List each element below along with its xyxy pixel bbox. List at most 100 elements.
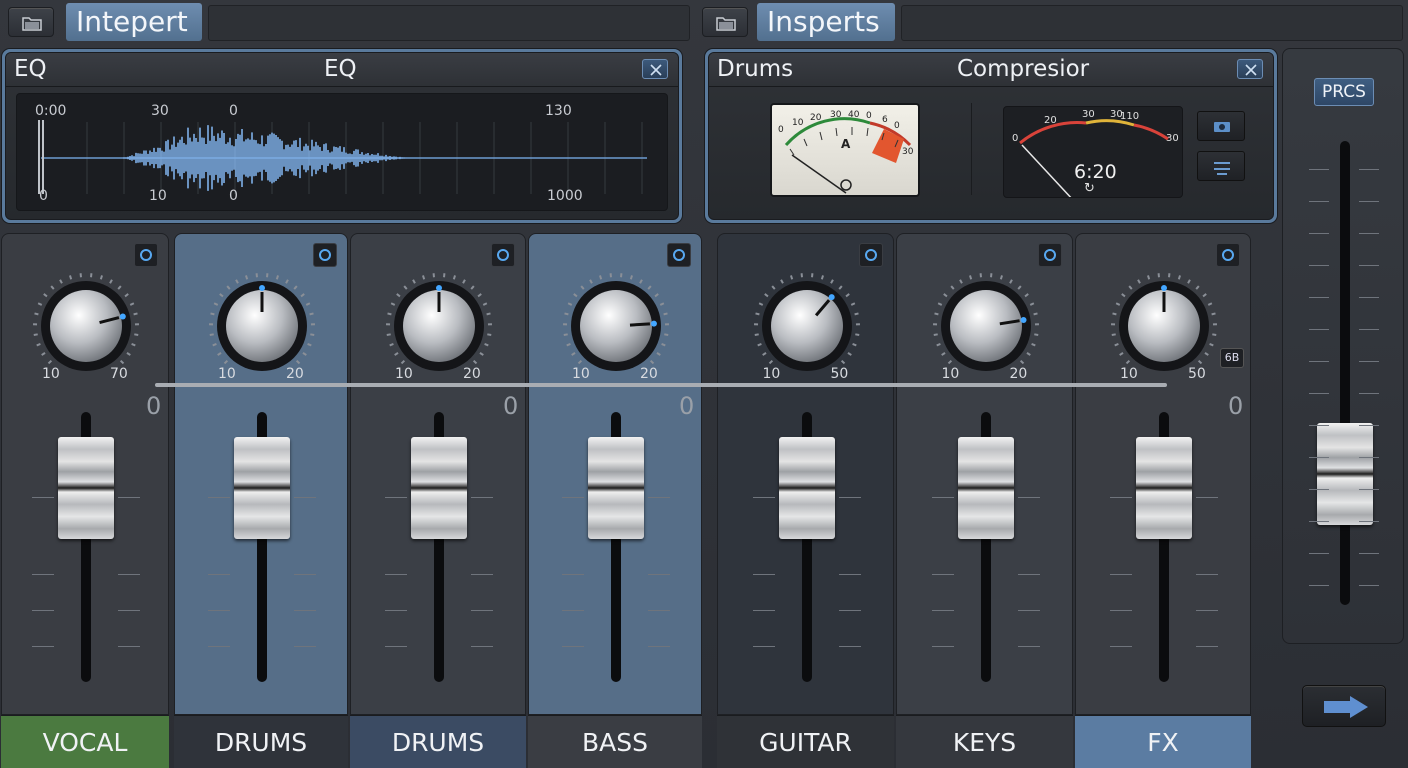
fader-cap[interactable] xyxy=(588,437,644,539)
meter-divider xyxy=(971,103,972,195)
channel-knob[interactable] xyxy=(561,271,671,381)
fader-scale-tick xyxy=(648,646,670,647)
vu-meter-analog: 0 10 20 30 40 0 6 0 30 A xyxy=(770,103,920,197)
right-title-field[interactable] xyxy=(901,5,1403,41)
fader-scale-tick xyxy=(208,574,230,575)
fader-zero-label: 0 xyxy=(1228,392,1244,420)
compressor-close-button[interactable] xyxy=(1237,59,1263,79)
camera-icon xyxy=(1214,122,1230,132)
folder-button-right[interactable] xyxy=(702,7,748,37)
fader-cap[interactable] xyxy=(1136,437,1192,539)
fader-scale-tick xyxy=(118,610,140,611)
channel-name-3[interactable]: DRUMS xyxy=(350,715,526,768)
right-section-title: Insperts xyxy=(757,3,895,41)
channel-power-button[interactable] xyxy=(859,243,883,267)
channel-knob[interactable] xyxy=(1109,271,1219,381)
eq-panel-title-left: EQ xyxy=(14,56,47,82)
eq-label-top-1: 30 xyxy=(151,103,169,119)
master-scale-tick xyxy=(1309,393,1329,394)
vu2-scale-1: 20 xyxy=(1044,115,1057,126)
knob-max-label: 20 xyxy=(640,366,658,382)
channel-power-button[interactable] xyxy=(134,243,158,267)
vu1-scale-7: 0 xyxy=(894,121,900,131)
fader-scale-tick xyxy=(294,610,316,611)
left-title-field[interactable] xyxy=(208,5,690,41)
arrow-right-icon xyxy=(1324,696,1368,718)
next-button[interactable] xyxy=(1302,685,1386,727)
channel-name-4[interactable]: BASS xyxy=(528,715,702,768)
knob-graphic xyxy=(753,273,860,371)
channel-power-button[interactable] xyxy=(1216,243,1240,267)
master-scale-tick xyxy=(1309,489,1329,490)
eq-waveform-display[interactable]: 0:00 30 0 130 0 10 0 1000 xyxy=(16,93,668,211)
channel-power-button[interactable] xyxy=(1038,243,1062,267)
camera-button[interactable] xyxy=(1197,111,1245,141)
fader-scale-tick xyxy=(32,574,54,575)
fader-cap[interactable] xyxy=(778,437,835,539)
channel-name-1[interactable]: VOCAL xyxy=(1,715,169,768)
master-scale-tick xyxy=(1309,521,1329,522)
vu-meter-digital: 0 20 30 30 110 30 6:20 ↻ xyxy=(1003,106,1183,202)
fader-scale-tick xyxy=(562,497,584,498)
list-icon xyxy=(1214,162,1230,175)
knob-graphic xyxy=(1110,273,1218,371)
fader-scale-tick xyxy=(1017,646,1040,647)
eq-panel-title: EQ xyxy=(324,56,357,82)
folder-icon xyxy=(22,17,42,31)
channel-power-button[interactable] xyxy=(313,243,337,267)
prcs-button[interactable]: PRCS xyxy=(1314,78,1374,106)
vu2-readout-symbol: ↻ xyxy=(1084,181,1095,196)
channel-knob[interactable] xyxy=(31,271,141,381)
master-scale-tick xyxy=(1359,393,1379,394)
channel-knob[interactable] xyxy=(931,271,1041,381)
fader-cap[interactable] xyxy=(957,437,1014,539)
vu2-readout: 6:20 xyxy=(1074,161,1117,183)
knob-min-label: 10 xyxy=(572,366,590,382)
fader-cap[interactable] xyxy=(411,437,467,539)
eq-close-button[interactable] xyxy=(642,59,668,79)
fader-scale-tick xyxy=(648,497,670,498)
compressor-panel-title: Compresior xyxy=(957,56,1090,82)
master-scale-tick xyxy=(1359,521,1379,522)
channel-knob[interactable] xyxy=(752,271,862,381)
channel-name-7[interactable]: FX xyxy=(1075,715,1251,768)
channel-name-2[interactable]: DRUMS xyxy=(174,715,348,768)
channel-strip-7: 10 50 6B 0 xyxy=(1075,233,1251,715)
knob-graphic xyxy=(385,273,493,371)
channel-power-button[interactable] xyxy=(667,243,691,267)
fader-scale-tick xyxy=(1110,497,1132,498)
vu1-mid-label: A xyxy=(841,137,851,151)
knob-max-label: 20 xyxy=(463,366,481,382)
fader-scale-tick xyxy=(471,574,493,575)
folder-button-left[interactable] xyxy=(8,7,54,37)
master-fader-cap[interactable] xyxy=(1317,423,1373,525)
fader-scale-tick xyxy=(385,497,407,498)
fader-cap[interactable] xyxy=(234,437,290,539)
list-button[interactable] xyxy=(1197,151,1245,181)
fader-scale-tick xyxy=(208,646,230,647)
channel-knob[interactable] xyxy=(384,271,494,381)
channel-strip-6: 10 20 xyxy=(896,233,1073,715)
master-fader-track[interactable] xyxy=(1340,141,1350,605)
knob-min-label: 10 xyxy=(941,366,960,382)
knob-max-label: 50 xyxy=(1188,366,1206,382)
fader-scale-tick xyxy=(931,574,954,575)
master-scale-tick xyxy=(1309,585,1329,586)
fader-scale-tick xyxy=(752,574,775,575)
fader-cap[interactable] xyxy=(58,437,114,539)
master-scale-tick xyxy=(1309,457,1329,458)
channel-name-6[interactable]: KEYS xyxy=(896,715,1073,768)
vu2-scale-0: 0 xyxy=(1012,133,1019,144)
fader-scale-tick xyxy=(931,497,954,498)
channel-power-button[interactable] xyxy=(491,243,515,267)
fader-scale-tick xyxy=(208,497,230,498)
fader-scale-tick xyxy=(931,646,954,647)
vu1-scale-2: 20 xyxy=(810,113,822,123)
master-scale-tick xyxy=(1359,169,1379,170)
fader-scale-tick xyxy=(1017,574,1040,575)
master-scale-tick xyxy=(1359,553,1379,554)
eq-label-bottom-2: 0 xyxy=(229,188,238,204)
channel-knob[interactable] xyxy=(207,271,317,381)
channel-name-5[interactable]: GUITAR xyxy=(717,715,894,768)
folder-icon xyxy=(716,17,736,31)
